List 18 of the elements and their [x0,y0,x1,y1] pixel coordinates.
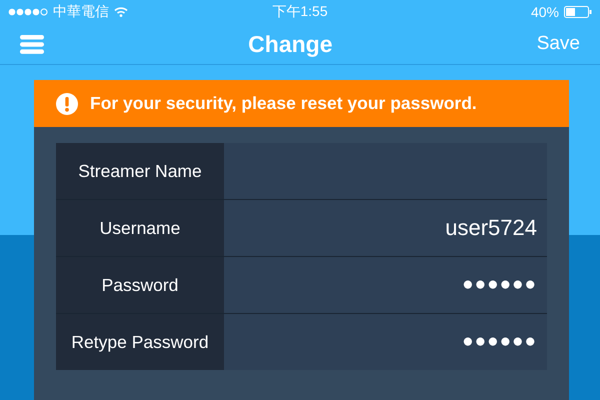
field-label: Retype Password [56,314,224,370]
field-label: Username [56,200,224,256]
battery-percent: 40% [530,4,559,20]
password-field[interactable]: ●●●●●● [224,257,547,313]
alert-message: For your security, please reset your password. [90,93,477,114]
field-label: Streamer Name [56,143,224,199]
signal-icon [8,8,48,16]
carrier-name: 中華電信 [53,3,109,21]
wifi-icon [114,7,128,17]
field-label: Password [56,257,224,313]
screen-title: Change [248,30,333,58]
input-field[interactable]: user5724 [224,200,547,256]
input-field[interactable] [224,143,547,199]
password-field[interactable]: ●●●●●● [224,314,547,370]
exclamation-icon [56,92,78,114]
battery-icon [564,6,592,18]
menu-icon[interactable] [20,34,44,54]
clock-time: 下午1:55 [272,3,328,21]
